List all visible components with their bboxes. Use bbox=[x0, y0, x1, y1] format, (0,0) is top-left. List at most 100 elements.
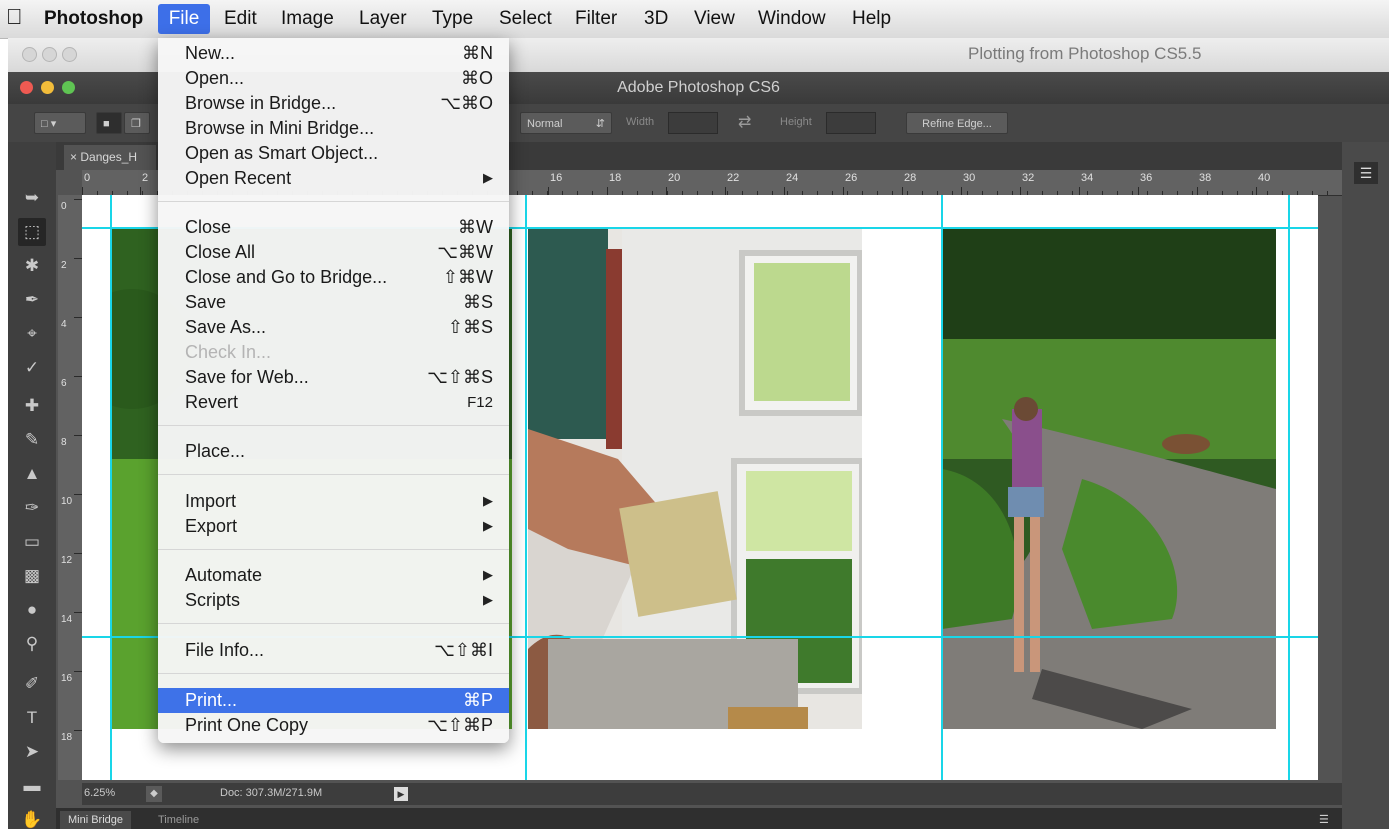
menu-item-label: Place... bbox=[185, 441, 246, 461]
reading-photo-image bbox=[528, 229, 862, 729]
menu-item-shortcut: ⌥⌘W bbox=[437, 242, 493, 262]
menu-item-place[interactable]: Place... bbox=[158, 439, 509, 464]
status-arrow-icon[interactable]: ▶ bbox=[394, 787, 408, 801]
menubar-item-filter[interactable]: Filter bbox=[575, 8, 617, 30]
menu-item-new[interactable]: New... ⌘N bbox=[158, 41, 509, 66]
ruler-tick bbox=[74, 612, 82, 613]
move-tool-icon[interactable]: ➥ bbox=[18, 184, 46, 212]
menubar-item-type[interactable]: Type bbox=[432, 8, 473, 30]
menu-item-revert[interactable]: Revert F12 bbox=[158, 390, 509, 415]
menu-item-save[interactable]: Save ⌘S bbox=[158, 290, 509, 315]
new-selection-icon[interactable]: ■ bbox=[96, 112, 122, 134]
menu-item-save-for-web[interactable]: Save for Web... ⌥⇧⌘S bbox=[158, 365, 509, 390]
ruler-label: 36 bbox=[1140, 172, 1153, 184]
height-field[interactable] bbox=[826, 112, 876, 134]
path-photo-image bbox=[942, 229, 1276, 729]
guide-vertical[interactable] bbox=[525, 195, 527, 780]
guide-vertical[interactable] bbox=[1288, 195, 1290, 780]
menu-item-close-all[interactable]: Close All ⌥⌘W bbox=[158, 240, 509, 265]
menu-item-label: File Info... bbox=[185, 640, 265, 660]
hand-tool-icon[interactable]: ✋ bbox=[18, 806, 46, 834]
menu-item-save-as[interactable]: Save As... ⇧⌘S bbox=[158, 315, 509, 340]
background-window-title: Plotting from Photoshop CS5.5 bbox=[968, 44, 1202, 63]
menubar-item-layer[interactable]: Layer bbox=[359, 8, 407, 30]
marquee-tool-preset-icon[interactable]: □ ▾ bbox=[34, 112, 86, 134]
menu-item-open-as-smart-object[interactable]: Open as Smart Object... bbox=[158, 141, 509, 166]
add-selection-icon[interactable]: ❐ bbox=[124, 112, 150, 134]
style-select[interactable]: Normal ⇵ bbox=[520, 112, 612, 134]
ruler-tick bbox=[1079, 187, 1080, 195]
menu-item-import[interactable]: Import ▶ bbox=[158, 489, 509, 514]
menu-separator bbox=[158, 623, 509, 624]
rectangle-tool-icon[interactable]: ▬ bbox=[18, 772, 46, 800]
menu-item-browse-in-mini-bridge[interactable]: Browse in Mini Bridge... bbox=[158, 116, 509, 141]
menu-item-export[interactable]: Export ▶ bbox=[158, 514, 509, 539]
panel-menu-icon[interactable]: ☰ bbox=[1311, 811, 1337, 829]
bg-zoom-button[interactable] bbox=[62, 47, 77, 62]
gradient-tool-icon[interactable]: ▩ bbox=[18, 562, 46, 590]
document-tab[interactable]: × Danges_H bbox=[64, 145, 156, 170]
menubar-item-select[interactable]: Select bbox=[499, 8, 552, 30]
eraser-tool-icon[interactable]: ▭ bbox=[18, 528, 46, 556]
ruler-tick bbox=[843, 187, 844, 195]
menubar-item-3d[interactable]: 3D bbox=[644, 8, 668, 30]
lasso-tool-icon[interactable]: ✱ bbox=[18, 252, 46, 280]
menu-item-browse-in-bridge[interactable]: Browse in Bridge... ⌥⌘O bbox=[158, 91, 509, 116]
menu-item-automate[interactable]: Automate ▶ bbox=[158, 563, 509, 588]
clone-stamp-tool-icon[interactable]: ▲ bbox=[18, 460, 46, 488]
ruler-label: 34 bbox=[1081, 172, 1094, 184]
healing-brush-tool-icon[interactable]: ✚ bbox=[18, 392, 46, 420]
menu-item-open[interactable]: Open... ⌘O bbox=[158, 66, 509, 91]
ruler-label: 32 bbox=[1022, 172, 1035, 184]
ruler-label: 38 bbox=[1199, 172, 1212, 184]
menu-item-print[interactable]: Print... ⌘P bbox=[158, 688, 509, 713]
refine-edge-button[interactable]: Refine Edge... bbox=[906, 112, 1008, 134]
ruler-label: 26 bbox=[845, 172, 858, 184]
ruler-tick bbox=[1256, 187, 1257, 195]
brush-tool-icon[interactable]: ✎ bbox=[18, 426, 46, 454]
tab-timeline[interactable]: Timeline bbox=[150, 811, 207, 829]
crop-tool-icon[interactable]: ⌖ bbox=[18, 320, 46, 348]
path-selection-tool-icon[interactable]: ➤ bbox=[18, 738, 46, 766]
ruler-tick bbox=[74, 258, 82, 259]
blur-tool-icon[interactable]: ● bbox=[18, 596, 46, 624]
menu-item-label: Save As... bbox=[185, 317, 267, 337]
menu-item-print-one-copy[interactable]: Print One Copy ⌥⇧⌘P bbox=[158, 713, 509, 738]
menubar-item-help[interactable]: Help bbox=[852, 8, 891, 30]
status-menu-icon[interactable]: ◆ bbox=[146, 786, 162, 802]
guide-vertical[interactable] bbox=[941, 195, 943, 780]
type-tool-icon[interactable]: T bbox=[18, 704, 46, 732]
apple-icon[interactable]:  bbox=[6, 4, 23, 30]
menu-item-close[interactable]: Close ⌘W bbox=[158, 215, 509, 240]
zoom-level[interactable]: 6.25% bbox=[84, 787, 115, 799]
bg-close-button[interactable] bbox=[22, 47, 37, 62]
menubar-app-name[interactable]: Photoshop bbox=[44, 8, 143, 30]
tab-mini-bridge[interactable]: Mini Bridge bbox=[60, 811, 132, 829]
menubar-item-image[interactable]: Image bbox=[281, 8, 334, 30]
ruler-label: 30 bbox=[963, 172, 976, 184]
history-brush-tool-icon[interactable]: ✑ bbox=[18, 494, 46, 522]
bg-minimize-button[interactable] bbox=[42, 47, 57, 62]
menu-item-open-recent[interactable]: Open Recent ▶ bbox=[158, 166, 509, 191]
menu-item-scripts[interactable]: Scripts ▶ bbox=[158, 588, 509, 613]
pen-tool-icon[interactable]: ✐ bbox=[18, 670, 46, 698]
menu-item-close-and-go-to-bridge[interactable]: Close and Go to Bridge... ⇧⌘W bbox=[158, 265, 509, 290]
quick-selection-tool-icon[interactable]: ✒ bbox=[18, 286, 46, 314]
menu-item-file-info[interactable]: File Info... ⌥⇧⌘I bbox=[158, 638, 509, 663]
close-tab-icon[interactable]: × bbox=[70, 150, 77, 164]
menubar-item-window[interactable]: Window bbox=[758, 8, 826, 30]
menubar-item-file[interactable]: File bbox=[158, 4, 210, 34]
eyedropper-tool-icon[interactable]: ✓ bbox=[18, 354, 46, 382]
menubar-item-view[interactable]: View bbox=[694, 8, 735, 30]
mac-menubar:  Photoshop File Edit Image Layer Type S… bbox=[0, 0, 1389, 39]
menu-item-shortcut: ⌘S bbox=[462, 292, 493, 312]
swap-icon[interactable]: ⇄ bbox=[738, 112, 751, 132]
ruler-label: 0 bbox=[61, 201, 67, 212]
ruler-tick bbox=[74, 376, 82, 377]
properties-panel-icon[interactable]: ☰ bbox=[1354, 162, 1378, 184]
menubar-item-edit[interactable]: Edit bbox=[224, 8, 257, 30]
guide-vertical[interactable] bbox=[110, 195, 112, 780]
marquee-tool-icon[interactable]: ⬚ bbox=[18, 218, 46, 246]
dodge-tool-icon[interactable]: ⚲ bbox=[18, 630, 46, 658]
width-field[interactable] bbox=[668, 112, 718, 134]
